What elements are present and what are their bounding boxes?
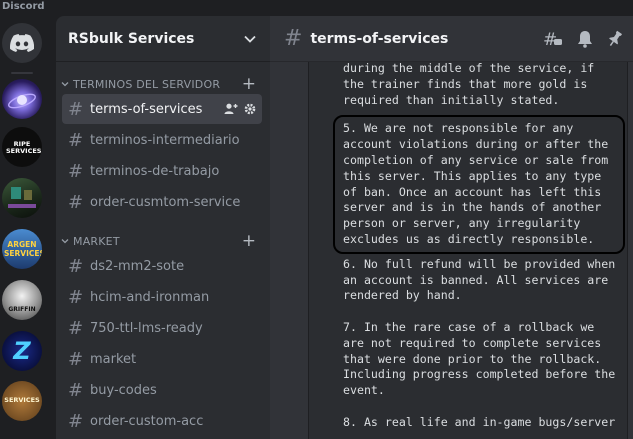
hash-icon: # (68, 379, 84, 401)
hash-icon: # (68, 160, 84, 182)
channel-terminos-de-trabajo[interactable]: # terminos-de-trabajo (62, 156, 262, 186)
server-game[interactable] (2, 178, 42, 218)
title-bar: Discord (0, 0, 633, 16)
channel-order-custom-acc[interactable]: # order-custom-acc (62, 406, 262, 436)
discord-logo-icon (10, 34, 34, 52)
channel-hcim-and-ironman[interactable]: # hcim-and-ironman (62, 282, 262, 312)
channel-name: market (90, 351, 137, 367)
terms-paragraph-5: 5. We are not responsible for any accoun… (343, 121, 609, 246)
channel-terminos-intermediario[interactable]: # terminos-intermediario (62, 125, 262, 155)
channel-ds2-mm2-sote[interactable]: # ds2-mm2-sote (62, 251, 262, 281)
category-terminos-del-servidor[interactable]: TERMINOS DEL SERVIDOR + (56, 74, 270, 94)
galaxy-server-icon (8, 93, 36, 109)
threads-icon[interactable]: # (543, 30, 563, 48)
server-label-ripe: RIPE SERVICES (6, 140, 42, 155)
hash-icon: # (68, 191, 84, 213)
server-rail: RIPE SERVICES ARGEN SERVICES GRIFFIN Z S… (0, 16, 52, 439)
server-name: RSbulk Services (68, 30, 195, 47)
hash-icon: # (68, 348, 84, 370)
hash-icon: # (68, 410, 84, 432)
channel-sidebar: RSbulk Services TERMINOS DEL SERVIDOR + … (56, 16, 270, 439)
server-header[interactable]: RSbulk Services (56, 16, 270, 62)
channel-name: order-cusmtom-service (90, 194, 241, 210)
channel-market[interactable]: # market (62, 344, 262, 374)
invite-user-icon[interactable] (224, 103, 238, 115)
game-server-icon (8, 187, 36, 208)
home-button[interactable] (2, 23, 42, 63)
server-ripe-services[interactable]: RIPE SERVICES (2, 127, 42, 167)
server-z[interactable]: Z (2, 331, 42, 371)
hash-icon: # (68, 286, 84, 308)
terms-codeblock: during the middle of the service, if the… (308, 16, 628, 439)
channel-header: # terms-of-services # (270, 16, 633, 62)
channel-name: buy-codes (90, 382, 157, 398)
highlighted-term: 5. We are not responsible for any accoun… (333, 115, 625, 254)
channel-terms-of-services[interactable]: # terms-of-services (62, 94, 262, 124)
category-label: MARKET (73, 234, 120, 248)
rail-divider (11, 72, 33, 74)
chat-area: # terms-of-services # during the middle … (270, 16, 633, 439)
channel-buy-codes[interactable]: # buy-codes (62, 375, 262, 405)
server-griffin[interactable]: GRIFFIN (2, 280, 42, 320)
channel-name: hcim-and-ironman (90, 289, 210, 305)
channel-name: terminos-de-trabajo (90, 163, 220, 179)
server-label-services: SERVICES (4, 396, 40, 404)
category-label: TERMINOS DEL SERVIDOR (73, 77, 221, 91)
channel-name: terminos-intermediario (90, 132, 240, 148)
channel-name: ds2-mm2-sote (90, 258, 185, 274)
hash-icon: # (68, 98, 84, 120)
hash-icon: # (284, 26, 303, 51)
server-galaxy[interactable] (2, 79, 42, 119)
server-services-gold[interactable]: SERVICES (2, 381, 42, 421)
pin-icon[interactable] (607, 30, 623, 48)
bell-icon[interactable] (577, 30, 593, 48)
server-label-argen: ARGEN SERVICES (4, 240, 42, 258)
channel-name: order-custom-acc (90, 413, 204, 429)
chevron-down-icon (61, 82, 69, 87)
channel-750-ttl-lms-ready[interactable]: # 750-ttl-lms-ready (62, 313, 262, 343)
chevron-down-icon (61, 239, 69, 244)
gear-icon[interactable] (244, 103, 256, 115)
terms-paragraph-7: 7. In the rare case of a rollback we are… (343, 319, 616, 398)
add-channel-icon[interactable]: + (242, 232, 256, 250)
svg-text:#: # (543, 30, 557, 48)
terms-paragraph-4-end: during the middle of the service, if the… (343, 61, 595, 107)
hash-icon: # (68, 129, 84, 151)
add-channel-icon[interactable]: + (242, 75, 256, 93)
category-market[interactable]: MARKET + (56, 231, 270, 251)
scrollbar[interactable] (625, 62, 631, 439)
server-argen-services[interactable]: ARGEN SERVICES (2, 229, 42, 269)
terms-paragraph-8: 8. As real life and in-game bugs/server (343, 414, 616, 429)
channel-name: terms-of-services (90, 101, 203, 117)
server-label-z: Z (13, 337, 31, 365)
hash-icon: # (68, 317, 84, 339)
hash-icon: # (68, 255, 84, 277)
app-title: Discord (2, 1, 45, 12)
channel-name: 750-ttl-lms-ready (90, 320, 203, 336)
channel-title: terms-of-services (310, 30, 449, 47)
terms-paragraph-6: 6. No full refund will be provided when … (343, 256, 616, 303)
chevron-down-icon (244, 35, 256, 43)
server-label-griffin: GRIFFIN (8, 306, 36, 313)
channel-order-cusmtom-service[interactable]: # order-cusmtom-service (62, 187, 262, 217)
